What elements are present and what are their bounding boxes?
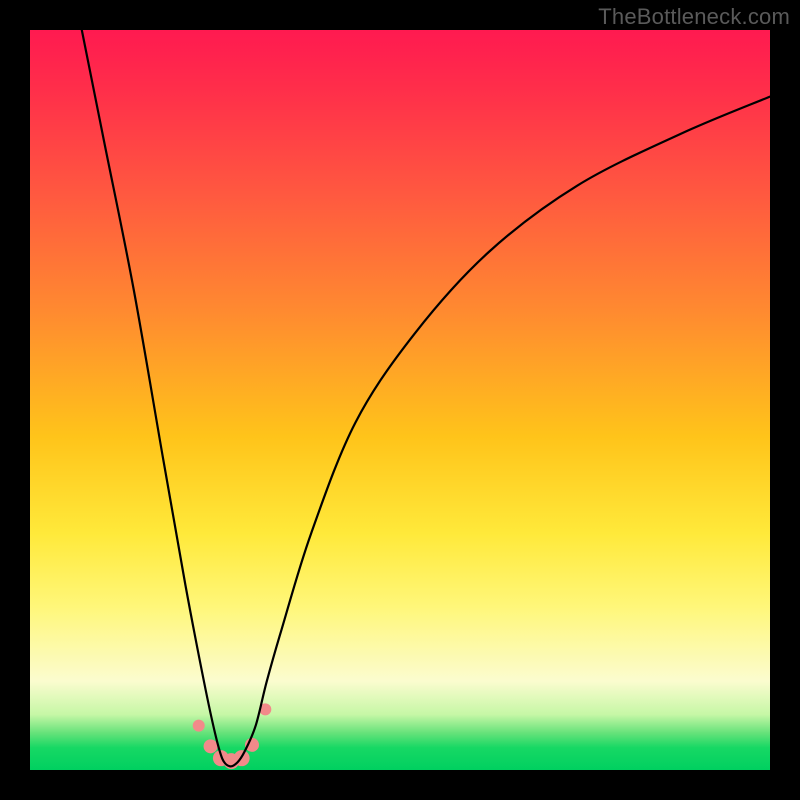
- highlight-dot: [193, 720, 205, 732]
- bottleneck-curve: [82, 30, 770, 766]
- chart-svg: [30, 30, 770, 770]
- highlight-dot: [204, 739, 218, 753]
- attribution-label: TheBottleneck.com: [598, 4, 790, 30]
- chart-plot-area: [30, 30, 770, 770]
